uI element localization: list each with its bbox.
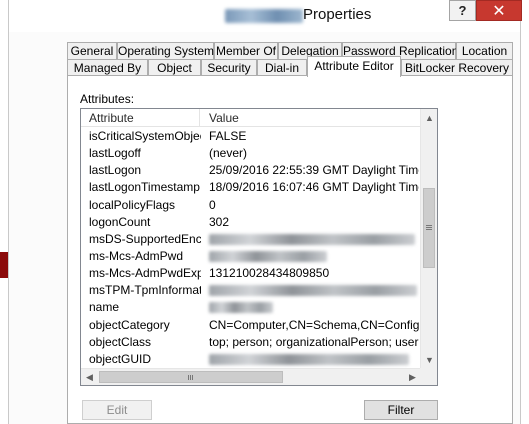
attributes-list[interactable]: Attribute Value isCriticalSystemObject FA… (80, 108, 438, 386)
close-button[interactable]: ✕ (476, 0, 522, 21)
edit-button[interactable]: Edit (82, 400, 152, 420)
list-header: Attribute Value (81, 109, 421, 127)
redacted-computer-name (225, 9, 303, 23)
attribute-name: logonCount (89, 214, 151, 229)
table-row[interactable]: msDS-SupportedEncr... (81, 231, 421, 248)
attribute-value: 25/09/2016 22:55:39 GMT Daylight Time (209, 163, 419, 178)
table-row[interactable]: ms-Mcs-AdmPwd (81, 248, 421, 265)
attribute-name: objectGUID (89, 351, 152, 366)
table-row[interactable]: name (81, 299, 421, 316)
vertical-scrollbar[interactable]: ▲ ▼ (420, 109, 437, 368)
scroll-up-icon[interactable]: ▲ (421, 109, 437, 126)
grip-line (188, 375, 189, 380)
grip-line (426, 229, 432, 230)
table-row[interactable]: isCriticalSystemObject FALSE (81, 128, 421, 145)
attribute-name: lastLogoff (89, 146, 141, 161)
table-row[interactable]: localPolicyFlags 0 (81, 197, 421, 214)
vertical-scroll-thumb[interactable] (423, 188, 435, 268)
attribute-value: 0 (209, 197, 216, 212)
attribute-value: 131210028434809850 (209, 266, 330, 281)
attribute-value: (never) (209, 146, 248, 161)
filter-button[interactable]: Filter (364, 400, 438, 420)
grip-line (426, 225, 432, 226)
attribute-name: isCriticalSystemObject (89, 129, 201, 143)
window-title: Properties (303, 6, 372, 23)
column-header-value[interactable]: Value (209, 111, 239, 125)
table-row[interactable]: objectGUID (81, 351, 421, 368)
table-row[interactable]: objectClass top; person; organizationalPe… (81, 334, 421, 351)
scrollbar-corner (420, 368, 437, 385)
attribute-value: 302 (209, 214, 230, 229)
attribute-name: objectCategory (89, 317, 170, 332)
horizontal-scrollbar[interactable]: ◀ ▶ (81, 368, 421, 385)
redacted-value (209, 285, 417, 297)
attribute-name: ms-Mcs-AdmPwdExpi... (89, 266, 201, 281)
tab-attribute-editor[interactable]: Attribute Editor (307, 56, 401, 77)
attribute-name: name (89, 300, 120, 315)
tab-general[interactable]: General (67, 42, 117, 60)
attribute-name: objectClass (89, 334, 152, 349)
attribute-name: lastLogon (89, 163, 142, 178)
attribute-value: 18/09/2016 16:07:46 GMT Daylight Time (209, 180, 419, 195)
table-row[interactable]: lastLogoff (never) (81, 145, 421, 162)
scroll-left-icon[interactable]: ◀ (81, 369, 98, 385)
help-button[interactable]: ? (449, 0, 476, 21)
attribute-value: CN=Computer,CN=Schema,CN=Configuration (209, 317, 419, 332)
table-row[interactable]: msTPM-TpmInformati... (81, 282, 421, 299)
table-row[interactable]: lastLogonTimestamp 18/09/2016 16:07:46 GM… (81, 179, 421, 196)
list-rows: isCriticalSystemObject FALSE lastLogoff (n… (81, 128, 421, 368)
attribute-name: ms-Mcs-AdmPwd (89, 248, 184, 263)
tab-member-of[interactable]: Member Of (214, 42, 278, 60)
horizontal-scroll-thumb[interactable] (99, 371, 283, 383)
attribute-name: lastLogonTimestamp (89, 180, 200, 195)
tab-operating-system[interactable]: Operating System (117, 42, 214, 60)
redacted-value (209, 233, 415, 245)
tab-row-1: General Operating System Member Of Deleg… (9, 42, 520, 60)
table-row[interactable]: ms-Mcs-AdmPwdExpi... 131210028434809850 (81, 265, 421, 282)
attribute-name: msTPM-TpmInformati... (89, 283, 201, 298)
redacted-value (209, 302, 273, 314)
tab-location[interactable]: Location (456, 42, 513, 60)
grip-line (426, 227, 432, 228)
table-row[interactable]: lastLogon 25/09/2016 22:55:39 GMT Dayligh… (81, 162, 421, 179)
attribute-name: localPolicyFlags (89, 197, 176, 212)
attributes-label: Attributes: (80, 92, 135, 106)
grip-line (192, 375, 193, 380)
attribute-value: FALSE (209, 129, 247, 143)
title-bar: Properties ? ✕ (9, 0, 522, 32)
redacted-value (209, 353, 409, 365)
column-divider[interactable] (199, 109, 200, 127)
scroll-right-icon[interactable]: ▶ (404, 369, 421, 385)
attribute-name: msDS-SupportedEncr... (89, 231, 201, 246)
redacted-value (209, 250, 327, 262)
table-row[interactable]: objectCategory CN=Computer,CN=Schema,CN=C… (81, 317, 421, 334)
grip-line (190, 375, 191, 380)
attribute-value: top; person; organizationalPerson; user;… (209, 334, 419, 349)
table-row[interactable]: logonCount 302 (81, 214, 421, 231)
scroll-down-icon[interactable]: ▼ (421, 351, 437, 368)
column-header-attribute[interactable]: Attribute (89, 111, 134, 125)
